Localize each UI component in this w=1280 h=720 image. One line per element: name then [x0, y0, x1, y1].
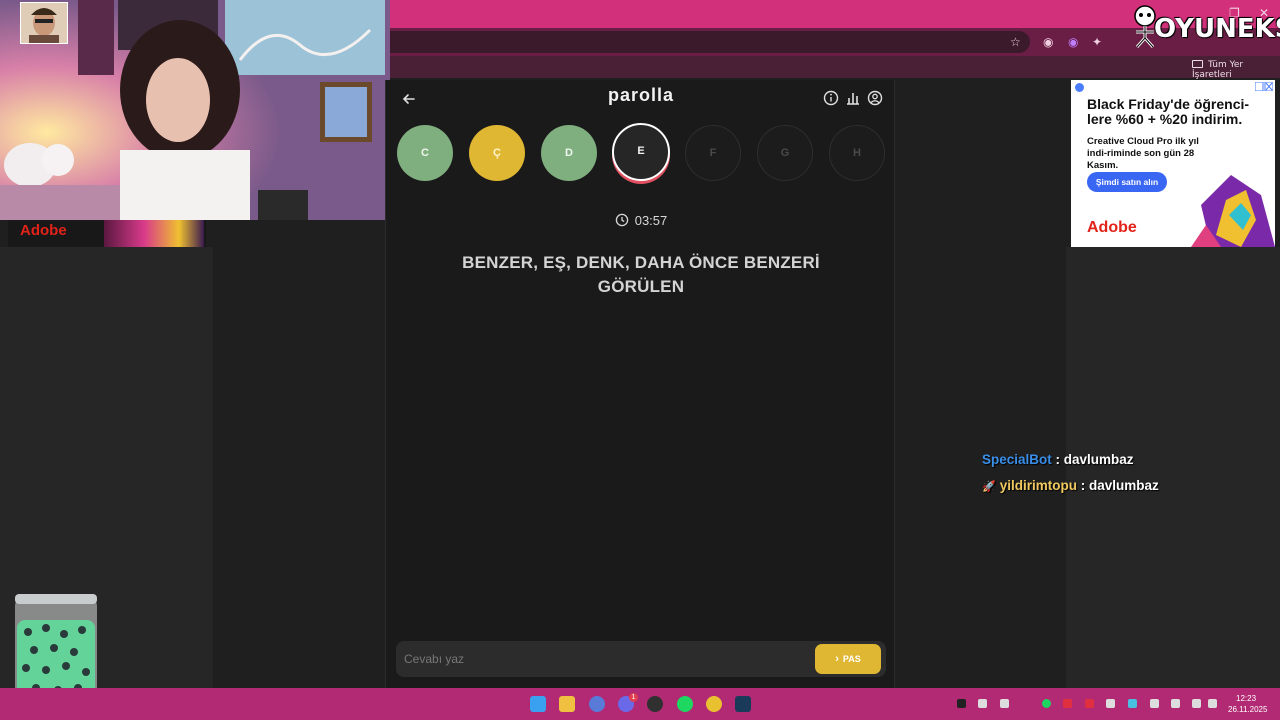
streamer-cam-inset — [20, 2, 68, 44]
chrome-icon[interactable] — [706, 696, 722, 712]
taskbar: 1 12:23 26.11.2025 — [0, 688, 1280, 720]
stats-icon[interactable] — [844, 89, 862, 107]
right-overlay-background — [1066, 247, 1280, 688]
rocket-badge-icon: 🚀 — [982, 481, 996, 493]
tray-icon[interactable] — [1042, 699, 1051, 708]
address-bar[interactable] — [390, 31, 1030, 53]
bookmarks-bar — [390, 56, 1280, 78]
chevron-right-icon: › — [835, 653, 839, 665]
letter-bubble-d: D — [541, 125, 597, 181]
spotify-icon[interactable] — [677, 696, 693, 712]
letter-bubble-e-active: E — [612, 123, 670, 181]
ad-artwork — [104, 220, 204, 247]
extension-icon[interactable]: ◉ — [1068, 35, 1078, 49]
ad-info-icon[interactable] — [1075, 83, 1084, 92]
chat-message: 🚀 yildirimtopu : davlumbaz — [982, 478, 1159, 493]
letter-bubble-cedilla: Ç — [469, 125, 525, 181]
profile-icon[interactable] — [866, 89, 884, 107]
extensions-puzzle-icon[interactable]: ✦ — [1092, 35, 1102, 49]
tray-icon[interactable] — [1063, 699, 1072, 708]
start-icon[interactable] — [530, 696, 546, 712]
pass-label: PAS — [842, 654, 861, 664]
ad-body-text: Creative Cloud Pro ilk yıl indi-riminde … — [1087, 136, 1199, 171]
question-text: BENZER, EŞ, DENK, DAHA ÖNCE BENZERİ GÖRÜ… — [462, 253, 820, 296]
clock-icon — [615, 213, 628, 227]
app-icon[interactable] — [589, 696, 605, 712]
answer-input[interactable] — [404, 647, 804, 671]
game-panel: parolla C Ç D E F G H 03:57 BENZER, EŞ, … — [385, 80, 895, 688]
chat-text: : davlumbaz — [1051, 452, 1134, 467]
all-bookmarks-button[interactable]: Tüm Yer İşaretleri — [1192, 60, 1280, 80]
tray-icon[interactable] — [1106, 699, 1115, 708]
tray-icon[interactable] — [1128, 699, 1137, 708]
ad-brand-logo: Adobe — [20, 222, 67, 239]
info-icon[interactable] — [822, 89, 840, 107]
folder-icon — [1192, 60, 1203, 68]
letter-bubble-f: F — [685, 125, 741, 181]
clock-time[interactable]: 12:23 — [1236, 694, 1256, 703]
tray-icon[interactable] — [1000, 699, 1009, 708]
timer-value: 03:57 — [634, 213, 668, 228]
chat-username: yildirimtopu — [999, 478, 1077, 493]
left-ad-banner[interactable]: Adobe — [8, 220, 206, 247]
file-explorer-icon[interactable] — [559, 696, 575, 712]
ad-close-icon[interactable] — [1255, 82, 1273, 91]
bookmark-star-icon[interactable]: ☆ — [1010, 35, 1021, 49]
steam-icon[interactable] — [735, 696, 751, 712]
clock-date[interactable]: 26.11.2025 — [1228, 705, 1267, 714]
webcam-overlay — [0, 0, 390, 220]
obs-icon[interactable] — [647, 696, 663, 712]
timer: 03:57 — [386, 213, 896, 228]
chat-text: : davlumbaz — [1076, 478, 1159, 493]
right-ad-banner[interactable]: Black Friday'de öğrenci-lere %60 + %20 i… — [1071, 80, 1275, 247]
letter-bubble-h: H — [829, 125, 885, 181]
network-icon[interactable] — [1192, 699, 1201, 708]
answer-bar: ›PAS — [396, 641, 886, 677]
pass-button[interactable]: › PAS — [815, 644, 881, 674]
microphone-icon[interactable] — [1171, 699, 1180, 708]
tray-icon[interactable] — [1085, 699, 1094, 708]
ad-brand-logo: Adobe — [1087, 219, 1137, 236]
brand-name: OYUNEKS — [1154, 14, 1280, 44]
tray-icon[interactable] — [978, 699, 987, 708]
volume-icon[interactable] — [1208, 699, 1217, 708]
ad-artwork — [1191, 175, 1275, 247]
brand-watermark: OYUNEKS — [1128, 2, 1280, 50]
tray-icon[interactable] — [1150, 699, 1159, 708]
ad-cta-button[interactable]: Şimdi satın alın — [1087, 172, 1167, 192]
letter-bubble-g: G — [757, 125, 813, 181]
extension-icon[interactable]: ◉ — [1043, 35, 1053, 49]
chat-message: SpecialBot : davlumbaz — [982, 452, 1134, 467]
chat-username: SpecialBot — [982, 452, 1052, 467]
ad-headline: Black Friday'de öğrenci-lere %60 + %20 i… — [1087, 96, 1250, 127]
notification-badge: 1 — [629, 693, 638, 702]
game-title: parolla — [607, 85, 675, 105]
letter-bubble-c: C — [397, 125, 453, 181]
tray-icon[interactable] — [957, 699, 966, 708]
